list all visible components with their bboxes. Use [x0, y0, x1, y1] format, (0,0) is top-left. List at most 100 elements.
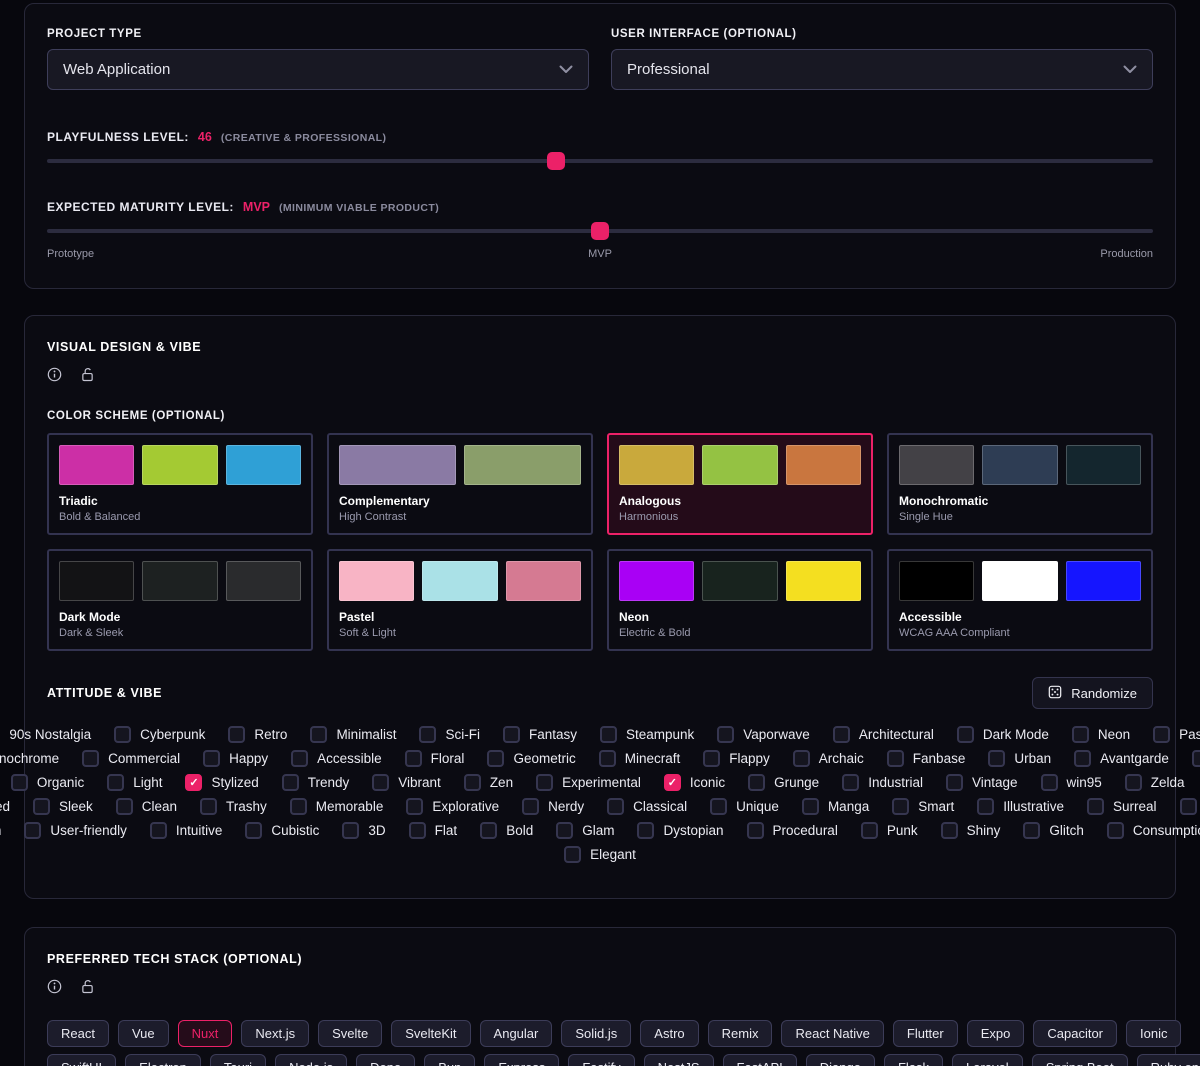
- vibe-checkbox-stylized[interactable]: ✓: [185, 774, 202, 791]
- vibe-option-fantasy[interactable]: Fantasy: [503, 726, 577, 743]
- vibe-option-nerdy[interactable]: Nerdy: [522, 798, 584, 815]
- tech-option-astro[interactable]: Astro: [640, 1020, 698, 1047]
- vibe-option-neon[interactable]: Neon: [1072, 726, 1130, 743]
- vibe-option-3d[interactable]: 3D: [342, 822, 385, 839]
- vibe-option-punk[interactable]: Punk: [861, 822, 918, 839]
- vibe-option-sleek[interactable]: Sleek: [33, 798, 93, 815]
- info-icon[interactable]: [47, 979, 62, 994]
- vibe-checkbox-win95[interactable]: [1041, 774, 1058, 791]
- vibe-checkbox-minecraft[interactable]: [599, 750, 616, 767]
- color-scheme-neon[interactable]: NeonElectric & Bold: [607, 549, 873, 651]
- vibe-checkbox-nerdy[interactable]: [522, 798, 539, 815]
- vibe-checkbox-glam[interactable]: [556, 822, 573, 839]
- tech-option-nuxt[interactable]: Nuxt: [178, 1020, 233, 1047]
- vibe-option-win95[interactable]: win95: [1041, 774, 1102, 791]
- vibe-option-flappy[interactable]: Flappy: [703, 750, 770, 767]
- tech-option-angular[interactable]: Angular: [480, 1020, 553, 1047]
- tech-option-ionic[interactable]: Ionic: [1126, 1020, 1181, 1047]
- vibe-checkbox-consumption[interactable]: [1107, 822, 1124, 839]
- tech-option-ruby-on-rails[interactable]: Ruby on Rails: [1137, 1054, 1200, 1066]
- vibe-checkbox-manga[interactable]: [802, 798, 819, 815]
- vibe-option-vaporwave[interactable]: Vaporwave: [717, 726, 810, 743]
- vibe-option-intuitive[interactable]: Intuitive: [150, 822, 223, 839]
- vibe-option-iconic[interactable]: ✓Iconic: [664, 774, 725, 791]
- vibe-option-organic[interactable]: Organic: [11, 774, 84, 791]
- vibe-option-urban[interactable]: Urban: [988, 750, 1051, 767]
- vibe-checkbox-vibrant[interactable]: [372, 774, 389, 791]
- vibe-checkbox-industrial[interactable]: [842, 774, 859, 791]
- vibe-checkbox-cubistic[interactable]: [245, 822, 262, 839]
- vibe-checkbox-accessible[interactable]: [291, 750, 308, 767]
- vibe-option-zelda[interactable]: Zelda: [1125, 774, 1185, 791]
- vibe-option-unique[interactable]: Unique: [710, 798, 779, 815]
- vibe-option-light[interactable]: Light: [107, 774, 162, 791]
- vibe-checkbox-architectural[interactable]: [833, 726, 850, 743]
- vibe-checkbox-happy[interactable]: [203, 750, 220, 767]
- tech-option-electron[interactable]: Electron: [125, 1054, 201, 1066]
- vibe-option-glam[interactable]: Glam: [556, 822, 614, 839]
- project-type-select[interactable]: Web Application: [47, 49, 589, 90]
- vibe-option-explorative[interactable]: Explorative: [406, 798, 499, 815]
- unlock-icon[interactable]: [81, 979, 94, 994]
- vibe-checkbox-explorative[interactable]: [406, 798, 423, 815]
- vibe-checkbox-surreal[interactable]: [1087, 798, 1104, 815]
- vibe-checkbox-trendy[interactable]: [282, 774, 299, 791]
- tech-option-express[interactable]: Express: [484, 1054, 559, 1066]
- vibe-option-cold[interactable]: Cold: [1192, 750, 1200, 767]
- vibe-option-stylized[interactable]: ✓Stylized: [185, 774, 258, 791]
- vibe-option-trendy[interactable]: Trendy: [282, 774, 350, 791]
- vibe-option-monochrome[interactable]: Monochrome: [0, 750, 59, 767]
- vibe-checkbox-organic[interactable]: [11, 774, 28, 791]
- vibe-option-retro[interactable]: Retro: [228, 726, 287, 743]
- vibe-option-commercial[interactable]: Commercial: [82, 750, 180, 767]
- vibe-checkbox-unique[interactable]: [710, 798, 727, 815]
- unlock-icon[interactable]: [81, 367, 94, 382]
- tech-option-bun[interactable]: Bun: [424, 1054, 475, 1066]
- vibe-checkbox-memorable[interactable]: [290, 798, 307, 815]
- vibe-checkbox-zen[interactable]: [464, 774, 481, 791]
- playfulness-slider-thumb[interactable]: [547, 152, 565, 170]
- vibe-option-happy[interactable]: Happy: [203, 750, 268, 767]
- vibe-checkbox-cold[interactable]: [1192, 750, 1200, 767]
- vibe-option-dark-mode[interactable]: Dark Mode: [957, 726, 1049, 743]
- vibe-option-user-friendly[interactable]: User-friendly: [24, 822, 127, 839]
- vibe-checkbox-storytelling[interactable]: [1180, 798, 1197, 815]
- vibe-checkbox-smart[interactable]: [892, 798, 909, 815]
- color-scheme-pastel[interactable]: PastelSoft & Light: [327, 549, 593, 651]
- vibe-option-cyberpunk[interactable]: Cyberpunk: [114, 726, 205, 743]
- info-icon[interactable]: [47, 367, 62, 382]
- vibe-option-architectural[interactable]: Architectural: [833, 726, 934, 743]
- vibe-checkbox-geometric[interactable]: [487, 750, 504, 767]
- vibe-checkbox-iconic[interactable]: ✓: [664, 774, 681, 791]
- color-scheme-monochromatic[interactable]: MonochromaticSingle Hue: [887, 433, 1153, 535]
- vibe-checkbox-vintage[interactable]: [946, 774, 963, 791]
- tech-option-svelte[interactable]: Svelte: [318, 1020, 382, 1047]
- vibe-checkbox-light[interactable]: [107, 774, 124, 791]
- tech-option-deno[interactable]: Deno: [356, 1054, 415, 1066]
- vibe-checkbox-sleek[interactable]: [33, 798, 50, 815]
- vibe-checkbox-pastel[interactable]: [1153, 726, 1170, 743]
- tech-option-react[interactable]: React: [47, 1020, 109, 1047]
- vibe-option-accessible[interactable]: Accessible: [291, 750, 382, 767]
- vibe-option-avantgarde[interactable]: Avantgarde: [1074, 750, 1169, 767]
- tech-option-spring-boot[interactable]: Spring Boot: [1032, 1054, 1128, 1066]
- vibe-option-illustrative[interactable]: Illustrative: [977, 798, 1064, 815]
- vibe-checkbox-clean[interactable]: [116, 798, 133, 815]
- vibe-checkbox-minimalist[interactable]: [310, 726, 327, 743]
- maturity-slider[interactable]: [47, 222, 1153, 240]
- vibe-checkbox-flat[interactable]: [409, 822, 426, 839]
- vibe-option-elegant[interactable]: Elegant: [564, 846, 636, 863]
- vibe-checkbox-fantasy[interactable]: [503, 726, 520, 743]
- tech-option-node-js[interactable]: Node.js: [275, 1054, 347, 1066]
- vibe-checkbox-glitch[interactable]: [1023, 822, 1040, 839]
- tech-option-swiftui[interactable]: SwiftUI: [47, 1054, 116, 1066]
- vibe-checkbox-elegant[interactable]: [564, 846, 581, 863]
- vibe-checkbox-fanbase[interactable]: [887, 750, 904, 767]
- vibe-option-fanbase[interactable]: Fanbase: [887, 750, 966, 767]
- tech-option-flask[interactable]: Flask: [884, 1054, 943, 1066]
- vibe-option-kpi-driven[interactable]: KPI-driven: [0, 822, 1, 839]
- color-scheme-analogous[interactable]: AnalogousHarmonious: [607, 433, 873, 535]
- vibe-checkbox-neon[interactable]: [1072, 726, 1089, 743]
- vibe-checkbox-intuitive[interactable]: [150, 822, 167, 839]
- vibe-option-zen[interactable]: Zen: [464, 774, 513, 791]
